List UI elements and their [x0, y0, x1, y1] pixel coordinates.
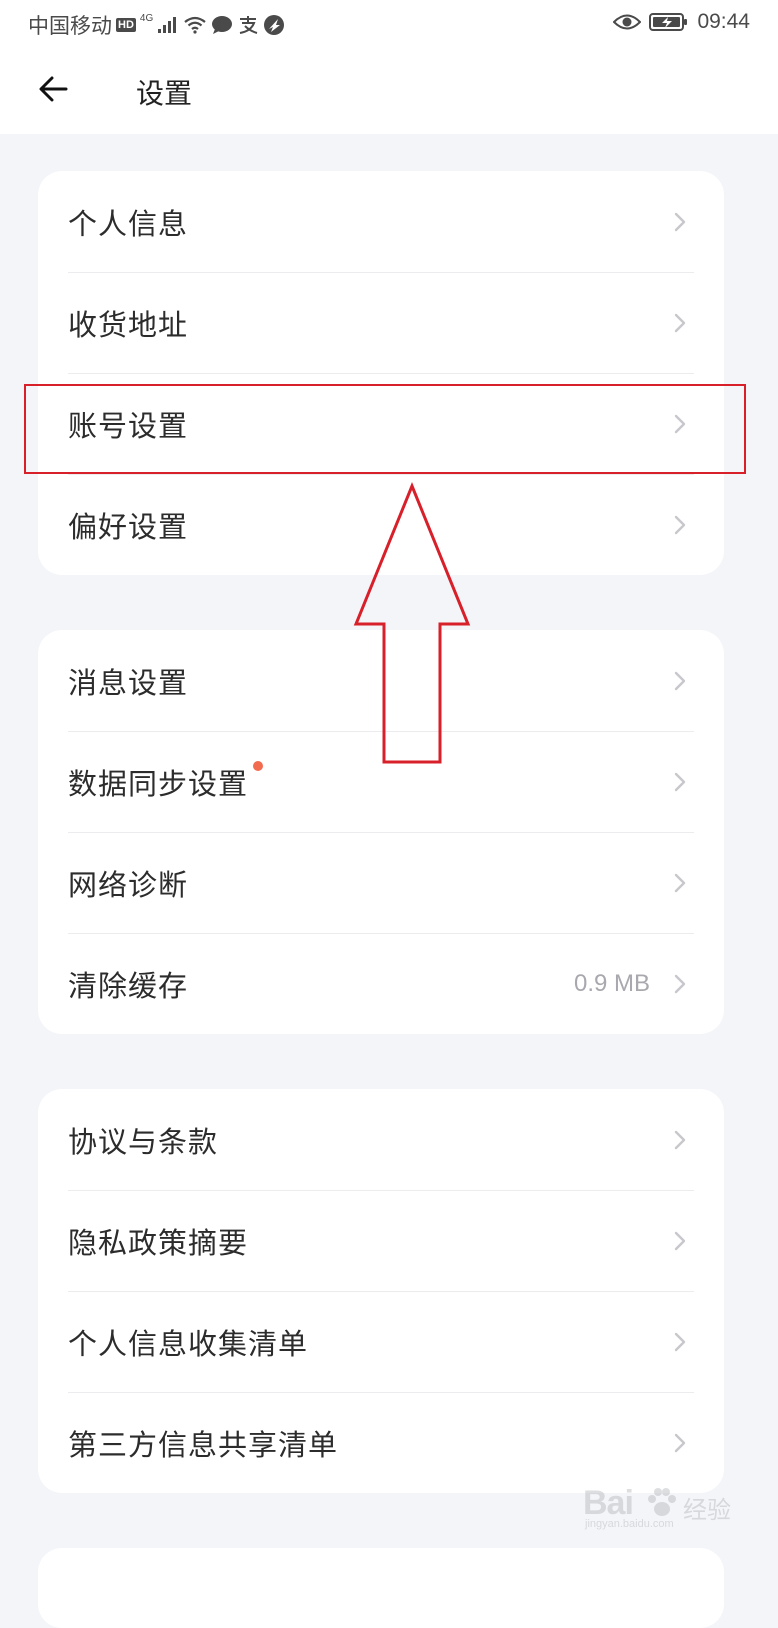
message-icon [211, 15, 233, 35]
watermark-brand-cn: 经验 [683, 1496, 731, 1524]
settings-item-label: 第三方信息共享清单 [68, 1427, 339, 1462]
chevron-right-icon [674, 1332, 686, 1351]
settings-item-label: 网络诊断 [68, 867, 189, 902]
chevron-right-icon [674, 414, 686, 433]
settings-item-data-sync[interactable]: 数据同步设置 [38, 731, 724, 832]
clock: 09:44 [697, 10, 750, 33]
settings-item-label: 隐私政策摘要 [68, 1225, 249, 1260]
settings-item-label: 清除缓存 [68, 968, 189, 1003]
chevron-right-icon [674, 974, 686, 993]
chevron-right-icon [674, 671, 686, 690]
settings-item-label: 个人信息 [68, 206, 189, 241]
back-button[interactable] [30, 66, 76, 112]
back-arrow-icon [39, 76, 68, 102]
status-bar: 中国移动 HD 4G 09:44 [0, 0, 778, 46]
status-left: 中国移动 HD 4G [28, 10, 285, 40]
settings-item-personal-info[interactable]: 个人信息 [38, 171, 724, 272]
settings-item-message-settings[interactable]: 消息设置 [38, 630, 724, 731]
chevron-right-icon [674, 313, 686, 332]
page-title: 设置 [136, 77, 193, 110]
watermark-url: jingyan.baidu.com [585, 1518, 674, 1530]
app-header: 设置 [0, 46, 778, 134]
wifi-icon [183, 16, 207, 34]
chevron-right-icon [674, 1433, 686, 1452]
settings-item-network-diagnosis[interactable]: 网络诊断 [38, 832, 724, 933]
settings-item-label: 收货地址 [68, 307, 189, 342]
chevron-right-icon [674, 515, 686, 534]
settings-group-legal: 协议与条款 隐私政策摘要 个人信息收集清单 第三方信息共享清单 [38, 1089, 724, 1493]
cache-size-value: 0.9 MB [573, 969, 650, 997]
signal-icon [157, 16, 179, 34]
settings-item-label: 偏好设置 [68, 509, 189, 544]
settings-item-preferences[interactable]: 偏好设置 [38, 474, 724, 575]
settings-item-label: 个人信息收集清单 [68, 1326, 309, 1361]
chevron-right-icon [674, 772, 686, 791]
settings-item-label: 协议与条款 [68, 1124, 219, 1159]
chevron-right-icon [674, 1231, 686, 1250]
settings-item-label: 账号设置 [68, 408, 189, 443]
network-type: 4G [139, 12, 154, 24]
new-badge-dot [253, 761, 263, 771]
carrier-name: 中国移动 [28, 15, 112, 38]
status-right: 09:44 [613, 10, 750, 34]
settings-item-clear-cache[interactable]: 清除缓存 0.9 MB [38, 933, 724, 1034]
settings-item-terms[interactable]: 协议与条款 [38, 1089, 724, 1190]
settings-item-label: 数据同步设置 [68, 766, 249, 801]
settings-group-account: 个人信息 收货地址 账号设置 偏好设置 [38, 171, 724, 575]
vpn-icon [263, 14, 285, 36]
settings-item-shipping-address[interactable]: 收货地址 [38, 272, 724, 373]
settings-item-privacy-summary[interactable]: 隐私政策摘要 [38, 1190, 724, 1291]
settings-group-general: 消息设置 数据同步设置 网络诊断 清除缓存 0.9 MB [38, 630, 724, 1034]
settings-item-label: 消息设置 [68, 665, 189, 700]
eye-icon [613, 13, 642, 31]
chevron-right-icon [674, 1130, 686, 1149]
settings-item-personal-info-list[interactable]: 个人信息收集清单 [38, 1291, 724, 1392]
settings-group-more [38, 1548, 724, 1628]
settings-item-third-party-sharing[interactable]: 第三方信息共享清单 [38, 1392, 724, 1493]
alipay-icon [237, 15, 259, 35]
battery-charging-icon [649, 12, 689, 32]
hd-badge: HD [116, 18, 136, 32]
chevron-right-icon [674, 873, 686, 892]
settings-item-account-settings[interactable]: 账号设置 [38, 373, 724, 474]
chevron-right-icon [674, 212, 686, 231]
